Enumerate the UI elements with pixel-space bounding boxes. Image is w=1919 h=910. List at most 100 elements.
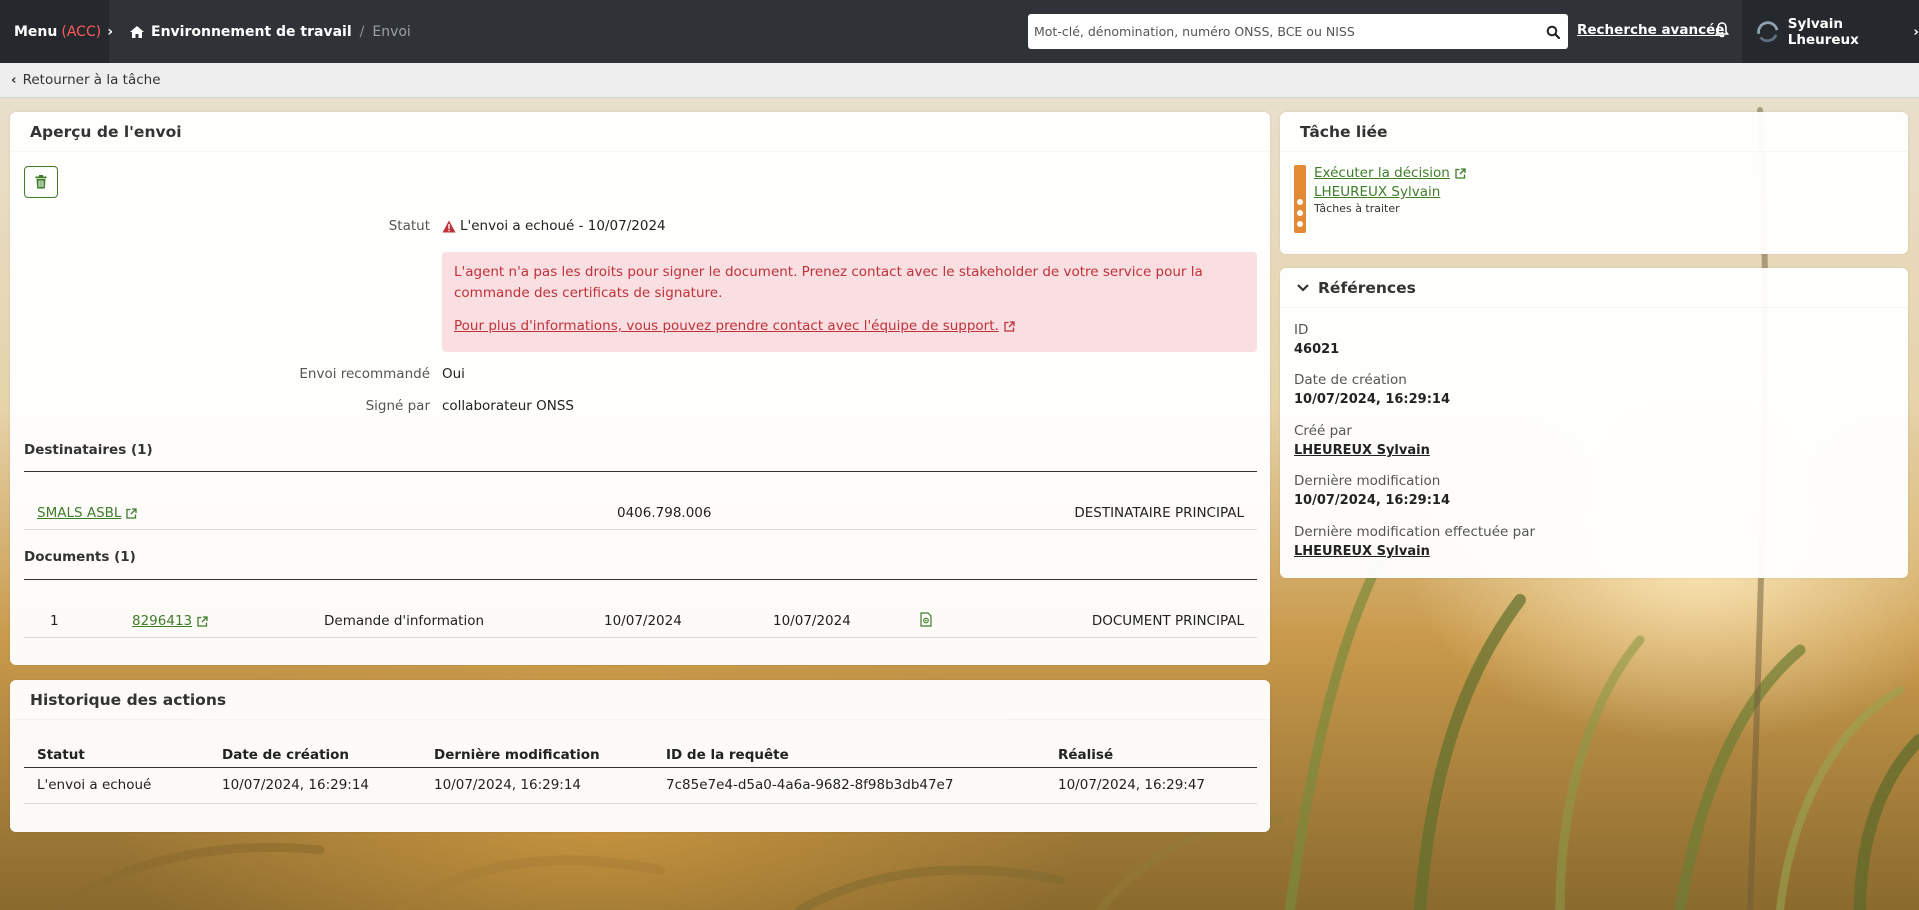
back-navigation-bar: ‹ Retourner à la tâche [0,63,1919,98]
panel-title: Aperçu de l'envoi [10,112,1270,152]
chevron-right-icon: › [107,23,113,40]
back-to-task-link[interactable]: Retourner à la tâche [23,72,161,88]
ref-modified-by-label: Dernière modification effectuée par [1294,524,1536,540]
breadcrumb-separator: / [359,23,365,40]
external-link-icon [126,507,138,519]
document-preview-button[interactable] [920,612,932,631]
signed-by-row: Signé par collaborateur ONSS [10,398,1270,418]
status-row: Statut L'envoi a echoué - 10/07/2024 [10,218,1270,238]
column-header: Dernière modification [434,747,600,763]
task-card: Exécuter la décision LHEUREUX Sylvain Tâ… [1294,165,1466,233]
search-icon[interactable] [1538,15,1568,48]
task-link-text: Exécuter la décision [1314,165,1450,181]
ref-created-value: 10/07/2024, 16:29:14 [1294,392,1450,407]
recipients-title: Destinataires (1) [24,442,153,458]
document-date: 10/07/2024 [773,613,851,629]
signed-by-label: Signé par [365,398,430,414]
recipient-row: SMALS ASBL 0406.798.006 DESTINATAIRE PRI… [24,494,1257,530]
linked-task-panel: Tâche liée Exécuter la décision LHEUREUX… [1280,112,1908,254]
table-row: L'envoi a echoué 10/07/2024, 16:29:14 10… [24,768,1257,804]
status-label: Statut [388,218,430,234]
user-name: Sylvain Lheureux [1787,15,1859,48]
home-icon [130,25,144,38]
panel-title: Historique des actions [10,680,1270,720]
search-box [1028,14,1568,49]
task-assignee-link[interactable]: LHEUREUX Sylvain [1314,184,1466,200]
column-header: ID de la requête [666,747,789,763]
task-status-bar [1294,165,1306,233]
external-link-icon [1004,321,1015,332]
history-table-header: Statut Date de création Dernière modific… [24,738,1257,768]
status-text: L'envoi a echoué - 10/07/2024 [460,218,666,234]
recipient-name: SMALS ASBL [37,505,122,521]
document-type: Demande d'information [324,613,485,629]
ref-id-value: 46021 [1294,342,1340,357]
shipment-overview-panel: Aperçu de l'envoi Statut L'envoi a echou… [10,112,1270,665]
ref-id-label: ID [1294,322,1309,338]
references-panel: Références ID 46021 Date de création 10/… [1280,268,1908,578]
trash-icon [35,175,47,189]
ref-modified-value: 10/07/2024, 16:29:14 [1294,493,1450,508]
user-menu-button[interactable]: Sylvain Lheureux › [1742,0,1919,63]
menu-button[interactable]: Menu (ACC) › [0,0,113,63]
history-completed: 10/07/2024, 16:29:47 [1058,777,1206,793]
environment-badge: (ACC) [61,23,102,40]
onss-logo-icon [1757,20,1779,42]
column-header: Réalisé [1058,747,1114,763]
history-request-id: 7c85e7e4-d5a0-4a6a-9682-8f98b3db47e7 [666,777,954,793]
breadcrumb-workspace-link[interactable]: Environnement de travail [151,24,352,40]
signed-by-value: collaborateur ONSS [442,398,574,414]
registered-value: Oui [442,366,465,382]
history-modified: 10/07/2024, 16:29:14 [434,777,582,793]
alert-message: L'agent n'a pas les droits pour signer l… [454,264,1203,301]
bell-icon[interactable] [1714,21,1730,39]
chevron-down-icon [1297,283,1309,292]
task-queue: Tâches à traiter [1314,202,1400,215]
ref-modified-label: Dernière modification [1294,473,1441,489]
task-details: Exécuter la décision LHEUREUX Sylvain Tâ… [1314,165,1466,223]
chevron-left-icon: ‹ [11,72,17,88]
history-status: L'envoi a echoué [37,777,152,793]
breadcrumb: Environnement de travail / Envoi [129,24,411,40]
task-link[interactable]: Exécuter la décision [1314,165,1466,181]
column-header: Date de création [222,747,350,763]
support-link[interactable]: Pour plus d'informations, vous pouvez pr… [454,316,1015,337]
recipient-number: 0406.798.006 [617,505,712,521]
search-input[interactable] [1028,15,1538,48]
document-id: 8296413 [132,613,193,629]
warning-icon [442,220,456,232]
status-value: L'envoi a echoué - 10/07/2024 [442,218,666,234]
registered-label: Envoi recommandé [299,366,430,382]
divider [24,579,1257,580]
delete-button[interactable] [24,166,58,198]
chevron-right-icon: › [1913,23,1919,40]
panel-title: Références [1318,278,1416,297]
top-navigation-bar: Menu (ACC) › Environnement de travail / … [0,0,1919,63]
panel-title: Tâche liée [1280,112,1908,152]
breadcrumb-current: Envoi [372,23,411,40]
recipient-link[interactable]: SMALS ASBL [37,505,138,521]
external-link-icon [1455,167,1466,179]
references-toggle[interactable]: Références [1280,268,1908,308]
ref-created-by-label: Créé par [1294,423,1352,439]
divider [24,471,1257,472]
external-link-icon [197,615,208,627]
error-alert: L'agent n'a pas les droits pour signer l… [442,252,1257,352]
support-link-text: Pour plus d'informations, vous pouvez pr… [454,318,999,334]
document-row: 1 8296413 Demande d'information 10/07/20… [24,602,1257,638]
documents-title: Documents (1) [24,549,136,565]
document-icon [920,612,932,627]
action-history-panel: Historique des actions Statut Date de cr… [10,680,1270,832]
registered-row: Envoi recommandé Oui [10,366,1270,386]
history-created: 10/07/2024, 16:29:14 [222,777,370,793]
column-header: Statut [37,747,85,763]
ref-created-label: Date de création [1294,372,1407,388]
advanced-search-link[interactable]: Recherche avancée [1577,22,1724,38]
recipient-role: DESTINATAIRE PRINCIPAL [1074,505,1244,521]
ref-modified-by-link[interactable]: LHEUREUX Sylvain [1294,544,1430,559]
ref-created-by-link[interactable]: LHEUREUX Sylvain [1294,443,1430,458]
document-index: 1 [50,613,59,629]
document-role: DOCUMENT PRINCIPAL [1091,613,1244,629]
menu-label: Menu [14,23,58,40]
document-link[interactable]: 8296413 [132,613,208,629]
